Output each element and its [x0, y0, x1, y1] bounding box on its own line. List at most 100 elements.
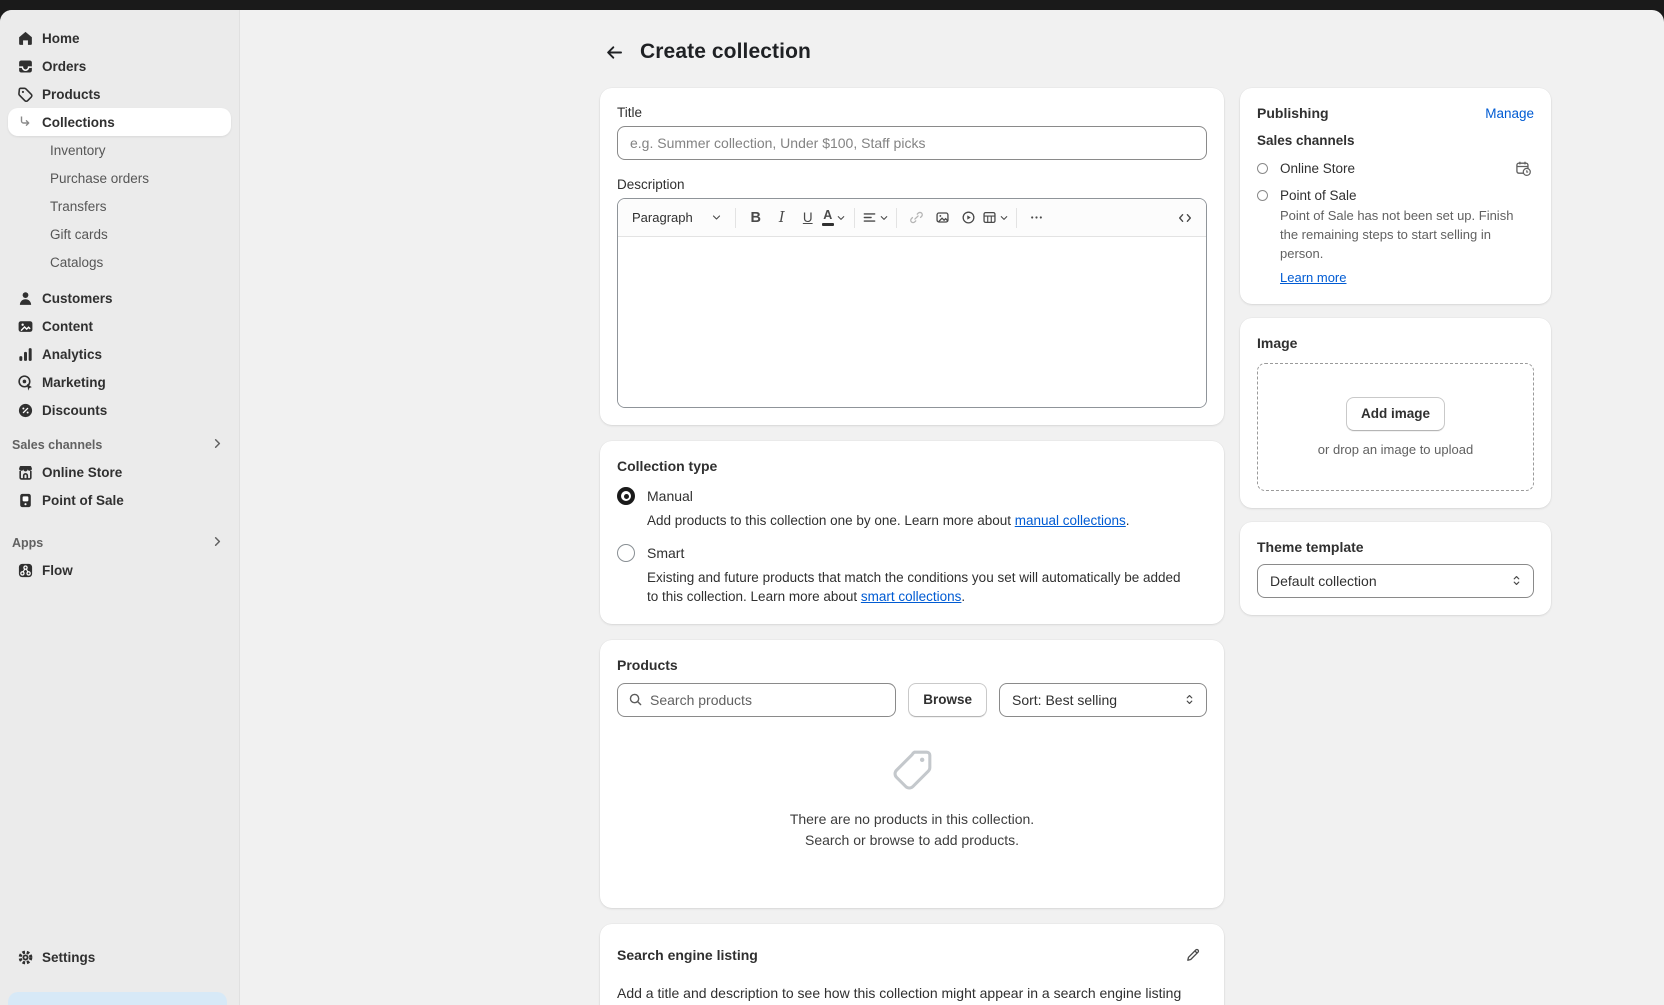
sidebar-item-home[interactable]: Home	[8, 24, 231, 52]
insert-image-button[interactable]	[930, 205, 956, 231]
schedule-button[interactable]	[1512, 157, 1534, 179]
text-color-icon: A	[822, 209, 834, 226]
theme-template-select[interactable]: Default collection	[1257, 564, 1534, 598]
drop-hint-text: or drop an image to upload	[1318, 442, 1473, 457]
description-label: Description	[617, 177, 1207, 192]
storefront-icon	[16, 463, 34, 481]
sidebar-item-partial[interactable]	[8, 992, 227, 1005]
more-options-button[interactable]	[1024, 205, 1050, 231]
show-html-button[interactable]	[1172, 205, 1198, 231]
sort-select[interactable]: Sort: Best selling	[999, 683, 1207, 717]
back-button[interactable]	[600, 38, 628, 66]
paragraph-style-dropdown[interactable]: Paragraph	[626, 205, 728, 231]
sidebar-item-online-store[interactable]: Online Store	[8, 458, 231, 486]
underline-button[interactable]: U	[795, 205, 821, 231]
sidebar-item-discounts[interactable]: Discounts	[8, 396, 231, 424]
title-input[interactable]	[617, 126, 1207, 160]
sidebar-item-marketing[interactable]: Marketing	[8, 368, 231, 396]
sidebar-item-collections[interactable]: Collections	[8, 108, 231, 136]
manual-collections-link[interactable]: manual collections	[1015, 513, 1126, 528]
select-updown-icon	[1183, 693, 1196, 706]
sidebar-item-customers[interactable]: Customers	[8, 284, 231, 312]
sidebar-section-sales-channels[interactable]: Sales channels	[8, 432, 231, 458]
italic-button[interactable]: I	[769, 205, 795, 231]
seo-card: Search engine listing Add a title and de…	[600, 924, 1224, 1005]
sidebar-item-label: Point of Sale	[42, 493, 124, 508]
channel-status-icon	[1257, 163, 1268, 174]
select-updown-icon	[1510, 574, 1523, 587]
sidebar-item-orders[interactable]: Orders	[8, 52, 231, 80]
sidebar-item-catalogs[interactable]: Catalogs	[8, 248, 231, 276]
manual-desc-text: Add products to this collection one by o…	[647, 513, 1015, 528]
sidebar-item-label: Transfers	[50, 199, 107, 214]
play-circle-icon	[961, 210, 976, 225]
manual-desc-suffix: .	[1126, 513, 1130, 528]
sidebar-item-label: Purchase orders	[50, 171, 149, 186]
sidebar-item-label: Marketing	[42, 375, 106, 390]
seo-description: Add a title and description to see how t…	[617, 985, 1207, 1001]
sidebar-item-label: Customers	[42, 291, 113, 306]
sidebar-item-purchase-orders[interactable]: Purchase orders	[8, 164, 231, 192]
sidebar-item-label: Products	[42, 87, 101, 102]
empty-state-line2: Search or browse to add products.	[790, 830, 1034, 851]
radio-unselected-icon	[617, 544, 635, 562]
publishing-heading: Publishing	[1257, 105, 1329, 121]
smart-collections-link[interactable]: smart collections	[861, 589, 962, 604]
title-description-card: Title Description Paragraph B	[600, 88, 1224, 425]
code-icon	[1177, 210, 1193, 226]
description-textarea[interactable]	[618, 237, 1206, 407]
media-icon	[16, 317, 34, 335]
sidebar-item-label: Settings	[42, 950, 95, 965]
sidebar-section-apps[interactable]: Apps	[8, 530, 231, 556]
product-search-input[interactable]	[650, 692, 885, 708]
bar-chart-icon	[16, 345, 34, 363]
channel-row-online-store: Online Store	[1257, 157, 1534, 179]
sidebar-item-label: Catalogs	[50, 255, 103, 270]
insert-video-button[interactable]	[956, 205, 982, 231]
sidebar-item-products[interactable]: Products	[8, 80, 231, 108]
alignment-button[interactable]	[862, 205, 889, 231]
sidebar-item-analytics[interactable]: Analytics	[8, 340, 231, 368]
sub-arrow-icon	[16, 113, 34, 131]
publishing-card: Publishing Manage Sales channels Online …	[1240, 88, 1551, 304]
sales-channels-subheading: Sales channels	[1257, 133, 1534, 148]
browse-button[interactable]: Browse	[908, 683, 987, 717]
sidebar-item-settings[interactable]: Settings	[8, 943, 231, 971]
pos-icon	[16, 491, 34, 509]
chevron-right-icon	[210, 436, 225, 454]
sidebar: Home Orders Products Collections Invento…	[0, 10, 240, 1005]
chevron-down-icon	[879, 213, 889, 223]
manage-link[interactable]: Manage	[1485, 106, 1534, 121]
text-color-button[interactable]: A	[821, 205, 847, 231]
manual-description: Add products to this collection one by o…	[647, 511, 1187, 531]
add-image-button[interactable]: Add image	[1346, 397, 1445, 431]
sidebar-item-label: Gift cards	[50, 227, 108, 242]
image-dropzone[interactable]: Add image or drop an image to upload	[1257, 363, 1534, 491]
theme-template-card: Theme template Default collection	[1240, 522, 1551, 615]
calendar-clock-icon	[1515, 160, 1532, 177]
smart-radio-option[interactable]: Smart	[617, 544, 1207, 562]
sidebar-item-flow[interactable]: Flow	[8, 556, 231, 584]
rich-text-editor: Paragraph B I U A	[617, 198, 1207, 408]
sidebar-item-gift-cards[interactable]: Gift cards	[8, 220, 231, 248]
sidebar-item-content[interactable]: Content	[8, 312, 231, 340]
sidebar-item-inventory[interactable]: Inventory	[8, 136, 231, 164]
sidebar-item-label: Orders	[42, 59, 86, 74]
gear-icon	[16, 948, 34, 966]
edit-seo-button[interactable]	[1179, 941, 1207, 969]
bold-button[interactable]: B	[743, 205, 769, 231]
sidebar-item-transfers[interactable]: Transfers	[8, 192, 231, 220]
sidebar-item-label: Discounts	[42, 403, 107, 418]
image-heading: Image	[1257, 335, 1534, 351]
insert-table-button[interactable]	[982, 205, 1009, 231]
channel-status-icon	[1257, 190, 1268, 201]
collection-type-card: Collection type Manual Add products to t…	[600, 441, 1224, 624]
link-button[interactable]	[904, 205, 930, 231]
sidebar-item-point-of-sale[interactable]: Point of Sale	[8, 486, 231, 514]
discount-badge-icon	[16, 401, 34, 419]
image-card: Image Add image or drop an image to uplo…	[1240, 318, 1551, 508]
section-label: Sales channels	[12, 438, 102, 452]
channel-row-point-of-sale: Point of Sale	[1257, 188, 1534, 203]
manual-radio-option[interactable]: Manual	[617, 487, 1207, 505]
learn-more-link[interactable]: Learn more	[1280, 270, 1346, 285]
